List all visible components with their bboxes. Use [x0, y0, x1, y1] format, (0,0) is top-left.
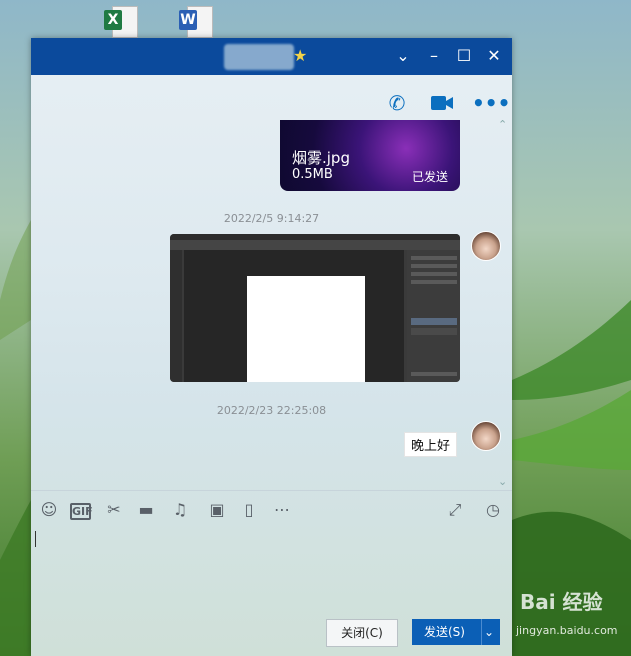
panel-layer	[411, 318, 457, 325]
file-size: 0.5MB	[292, 167, 333, 182]
excel-desktop-icon[interactable]: X	[102, 4, 140, 38]
word-icon: W	[179, 10, 197, 30]
chevron-down-icon[interactable]: ⌄	[481, 619, 496, 645]
titlebar[interactable]: ★ ⌄ – ☐ ✕	[31, 38, 512, 75]
expand-icon[interactable]: ⤢	[444, 499, 466, 521]
image-options-bar	[170, 240, 460, 250]
send-button[interactable]: 发送(S) ⌄	[412, 619, 500, 645]
word-desktop-icon[interactable]: W	[177, 4, 215, 38]
file-status: 已发送	[411, 170, 448, 184]
more-icon[interactable]: •••	[472, 90, 510, 116]
panel-row	[411, 272, 457, 276]
panel-row	[411, 256, 457, 260]
panel-layer	[411, 328, 457, 335]
panel-row	[411, 280, 457, 284]
scroll-down-icon[interactable]: ⌄	[498, 475, 507, 488]
image-message[interactable]	[170, 234, 460, 382]
text-caret	[35, 531, 36, 547]
chevron-down-icon[interactable]: ⌄	[393, 46, 413, 66]
more-icon[interactable]: ⋯	[271, 499, 293, 521]
folder-icon[interactable]: ▬	[135, 499, 157, 521]
screen-share-icon[interactable]: ▯	[238, 499, 260, 521]
chat-window: ★ ⌄ – ☐ ✕ ✆ ••• ⌃ 烟雾.jpg 0.5MB 已发送 2022/…	[31, 38, 512, 656]
music-icon[interactable]: ♫	[169, 499, 191, 521]
file-name: 烟雾.jpg	[292, 149, 350, 167]
avatar[interactable]	[471, 231, 501, 261]
emoji-icon[interactable]: ☺	[38, 499, 60, 521]
message-timestamp: 2022/2/23 22:25:08	[216, 404, 327, 417]
excel-icon: X	[104, 10, 122, 30]
voice-call-icon[interactable]: ✆	[384, 90, 410, 116]
send-label: 发送(S)	[424, 625, 465, 639]
minimize-icon[interactable]: –	[424, 46, 444, 66]
image-canvas-area	[184, 250, 404, 382]
watermark-logo: Bai 经验	[520, 590, 603, 614]
avatar[interactable]	[471, 421, 501, 451]
message-input[interactable]	[31, 530, 512, 610]
close-button[interactable]: 关闭(C)	[326, 619, 398, 647]
video-call-icon[interactable]	[429, 90, 455, 116]
close-icon[interactable]: ✕	[484, 46, 504, 66]
scissors-icon[interactable]: ✂	[103, 499, 125, 521]
contact-name-blurred	[224, 44, 294, 70]
clock-icon[interactable]: ◷	[482, 499, 504, 521]
image-toolbar	[170, 250, 182, 382]
maximize-icon[interactable]: ☐	[454, 46, 474, 66]
image-icon[interactable]: ▣	[206, 499, 228, 521]
image-panels	[407, 250, 460, 382]
text-message[interactable]: 晚上好	[404, 432, 458, 457]
message-timestamp: 2022/2/5 9:14:27	[223, 212, 320, 225]
image-canvas	[247, 276, 365, 382]
watermark-url: jingyan.baidu.com	[516, 624, 618, 637]
file-message[interactable]: 烟雾.jpg 0.5MB 已发送	[280, 120, 460, 191]
panel-row	[411, 372, 457, 376]
scroll-up-icon[interactable]: ⌃	[498, 118, 507, 131]
gif-icon[interactable]: GIF	[70, 503, 93, 520]
star-icon[interactable]: ★	[293, 46, 307, 65]
panel-row	[411, 264, 457, 268]
